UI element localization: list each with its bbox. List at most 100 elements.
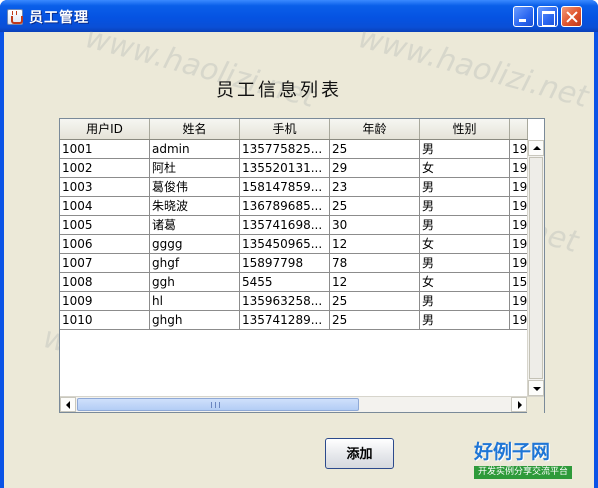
cell-phone[interactable]: 136789685... <box>240 197 330 215</box>
cell-phone[interactable]: 135741698... <box>240 216 330 234</box>
cell-user-id[interactable]: 1007 <box>60 254 150 272</box>
cell-gender[interactable]: 男 <box>420 140 510 158</box>
cell-age[interactable]: 25 <box>330 140 420 158</box>
cell-name[interactable]: 葛俊伟 <box>150 178 240 196</box>
cell-name[interactable]: 阿杜 <box>150 159 240 177</box>
cell-gender[interactable]: 男 <box>420 178 510 196</box>
cell-age[interactable]: 12 <box>330 273 420 291</box>
column-header-gender[interactable]: 性别 <box>420 119 510 139</box>
scroll-up-button[interactable] <box>528 140 544 156</box>
cell-extra[interactable]: 19 <box>510 311 528 329</box>
maximize-button[interactable] <box>537 6 558 27</box>
cell-phone[interactable]: 135775825... <box>240 140 330 158</box>
horizontal-scrollbar[interactable] <box>60 396 544 413</box>
cell-gender[interactable]: 男 <box>420 216 510 234</box>
cell-age[interactable]: 25 <box>330 292 420 310</box>
column-header-user-id[interactable]: 用户ID <box>60 119 150 139</box>
vertical-scroll-thumb[interactable] <box>529 157 543 379</box>
table-row[interactable]: 1007 ghgf 15897798 78 男 19 <box>60 254 528 273</box>
cell-age[interactable]: 25 <box>330 311 420 329</box>
cell-extra[interactable]: 19 <box>510 140 528 158</box>
cell-extra[interactable]: 19 <box>510 235 528 253</box>
add-button[interactable]: 添加 <box>325 438 394 469</box>
cell-age[interactable]: 12 <box>330 235 420 253</box>
cell-age[interactable]: 23 <box>330 178 420 196</box>
cell-user-id[interactable]: 1004 <box>60 197 150 215</box>
cell-name[interactable]: gggg <box>150 235 240 253</box>
close-button[interactable] <box>561 6 582 27</box>
cell-name[interactable]: hl <box>150 292 240 310</box>
cell-name[interactable]: admin <box>150 140 240 158</box>
scroll-right-button[interactable] <box>511 397 527 412</box>
cell-user-id[interactable]: 1010 <box>60 311 150 329</box>
table-row[interactable]: 1008 ggh 5455 12 女 15 <box>60 273 528 292</box>
table-row[interactable]: 1009 hl 135963258... 25 男 19 <box>60 292 528 311</box>
table-row[interactable]: 1001 admin 135775825... 25 男 19 <box>60 140 528 159</box>
cell-extra[interactable]: 19 <box>510 292 528 310</box>
cell-extra[interactable]: 19 <box>510 159 528 177</box>
cell-extra[interactable]: 15 <box>510 273 528 291</box>
cell-name[interactable]: ghgf <box>150 254 240 272</box>
cell-gender[interactable]: 女 <box>420 159 510 177</box>
list-title: 员工信息列表 <box>216 80 342 101</box>
cell-phone[interactable]: 158147859... <box>240 178 330 196</box>
table-row[interactable]: 1006 gggg 135450965... 12 女 19 <box>60 235 528 254</box>
cell-user-id[interactable]: 1001 <box>60 140 150 158</box>
table-row[interactable]: 1002 阿杜 135520131... 29 女 19 <box>60 159 528 178</box>
scroll-down-button[interactable] <box>528 380 544 396</box>
vertical-scrollbar[interactable] <box>527 140 544 396</box>
cell-phone[interactable]: 5455 <box>240 273 330 291</box>
arrow-left-icon <box>66 401 70 409</box>
table-row[interactable]: 1010 ghgh 135741289... 25 男 19 <box>60 311 528 330</box>
cell-age[interactable]: 29 <box>330 159 420 177</box>
site-logo: 好例子网 开发实例分享交流平台 <box>474 437 572 481</box>
cell-extra[interactable]: 19 <box>510 197 528 215</box>
cell-name[interactable]: ggh <box>150 273 240 291</box>
cell-extra[interactable]: 19 <box>510 216 528 234</box>
table-row[interactable]: 1004 朱晓波 136789685... 25 男 19 <box>60 197 528 216</box>
cell-phone[interactable]: 135450965... <box>240 235 330 253</box>
table-body: 1001 admin 135775825... 25 男 19 1002 阿杜 … <box>60 140 528 330</box>
logo-name: 好例子网 <box>474 441 551 463</box>
logo-tagline: 开发实例分享交流平台 <box>474 466 572 479</box>
cell-age[interactable]: 30 <box>330 216 420 234</box>
arrow-down-icon <box>533 387 541 391</box>
title-bar[interactable]: 员工管理 <box>0 0 598 32</box>
cell-phone[interactable]: 135963258... <box>240 292 330 310</box>
cell-age[interactable]: 25 <box>330 197 420 215</box>
cell-user-id[interactable]: 1003 <box>60 178 150 196</box>
cell-phone[interactable]: 15897798 <box>240 254 330 272</box>
cell-gender[interactable]: 男 <box>420 197 510 215</box>
table-row[interactable]: 1005 诸葛 135741698... 30 男 19 <box>60 216 528 235</box>
table-row[interactable]: 1003 葛俊伟 158147859... 23 男 19 <box>60 178 528 197</box>
cell-user-id[interactable]: 1002 <box>60 159 150 177</box>
horizontal-scroll-thumb[interactable] <box>77 398 359 411</box>
cell-gender[interactable]: 女 <box>420 235 510 253</box>
cell-name[interactable]: ghgh <box>150 311 240 329</box>
cell-user-id[interactable]: 1006 <box>60 235 150 253</box>
arrow-up-icon <box>533 146 541 150</box>
cell-extra[interactable]: 19 <box>510 178 528 196</box>
cell-user-id[interactable]: 1008 <box>60 273 150 291</box>
cell-name[interactable]: 朱晓波 <box>150 197 240 215</box>
grip-icon <box>211 402 220 408</box>
cell-phone[interactable]: 135741289... <box>240 311 330 329</box>
scroll-left-button[interactable] <box>60 397 76 412</box>
minimize-button[interactable] <box>513 6 534 27</box>
cell-user-id[interactable]: 1005 <box>60 216 150 234</box>
column-header-name[interactable]: 姓名 <box>150 119 240 139</box>
cell-phone[interactable]: 135520131... <box>240 159 330 177</box>
arrow-right-icon <box>518 401 522 409</box>
cell-age[interactable]: 78 <box>330 254 420 272</box>
cell-gender[interactable]: 男 <box>420 292 510 310</box>
cell-gender[interactable]: 男 <box>420 254 510 272</box>
cell-gender[interactable]: 女 <box>420 273 510 291</box>
cell-extra[interactable]: 19 <box>510 254 528 272</box>
column-header-extra[interactable] <box>510 119 528 139</box>
column-header-age[interactable]: 年龄 <box>330 119 420 139</box>
table-header: 用户ID 姓名 手机 年龄 性别 <box>60 119 528 140</box>
column-header-phone[interactable]: 手机 <box>240 119 330 139</box>
cell-name[interactable]: 诸葛 <box>150 216 240 234</box>
cell-gender[interactable]: 男 <box>420 311 510 329</box>
cell-user-id[interactable]: 1009 <box>60 292 150 310</box>
